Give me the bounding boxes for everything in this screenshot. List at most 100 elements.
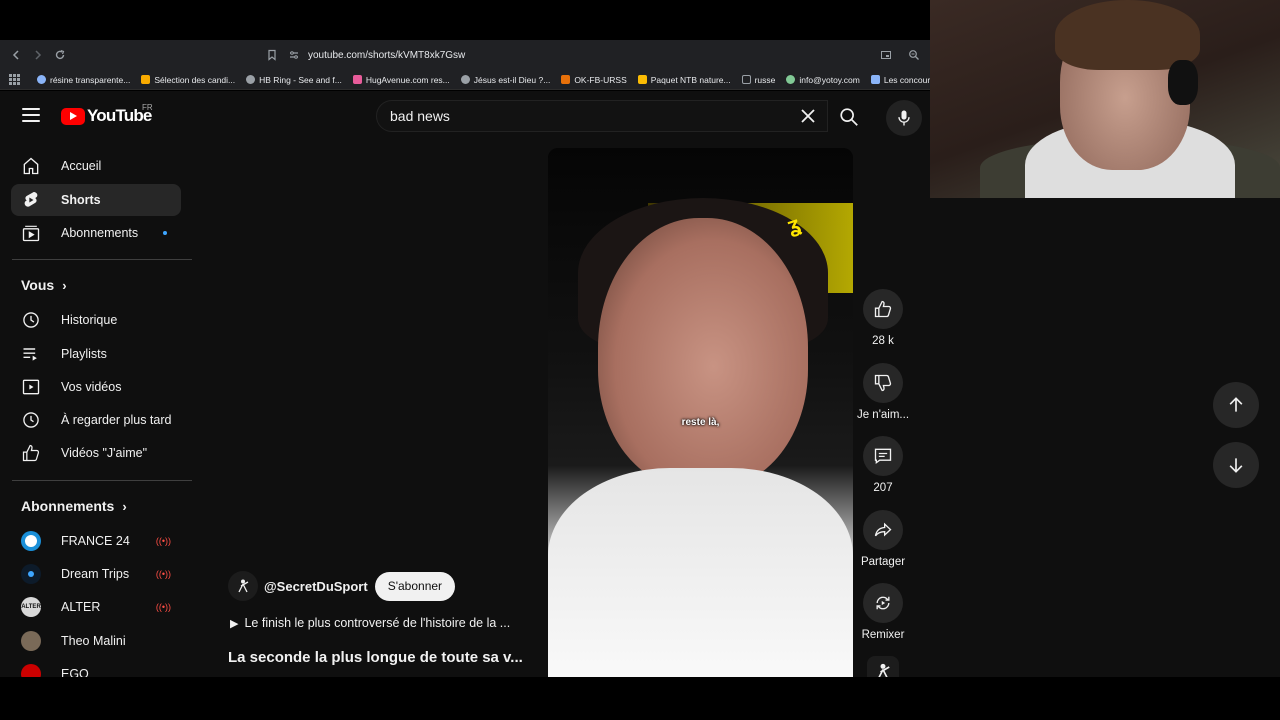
youtube-logo[interactable]: YouTube FR	[61, 103, 153, 126]
cast-icon[interactable]	[876, 45, 896, 65]
arrow-down-icon	[1229, 458, 1243, 473]
channel-avatar	[21, 664, 41, 677]
subscription-item[interactable]: ALTER ALTER ((•))	[11, 591, 181, 623]
channel-avatar	[21, 631, 41, 651]
favicon-icon	[37, 75, 46, 84]
video-title[interactable]: La seconde la plus longue de toute sa v.…	[228, 649, 523, 666]
menu-icon[interactable]	[22, 108, 40, 122]
remix-icon	[876, 596, 890, 610]
sidebar-item-accueil[interactable]: Accueil	[11, 150, 181, 182]
bookmark-item[interactable]: Jésus est-il Dieu ?...	[460, 74, 551, 85]
browser-toolbar: youtube.com/shorts/kVMT8xk7Gsw	[0, 40, 930, 70]
subscription-item[interactable]: FRANCE 24 ((•))	[11, 525, 181, 557]
comments-button[interactable]	[863, 436, 903, 476]
address-bar[interactable]: youtube.com/shorts/kVMT8xk7Gsw	[288, 49, 465, 61]
bookmark-label: HB Ring - See and f...	[259, 74, 342, 85]
sidebar-divider	[12, 480, 192, 481]
bookmark-item[interactable]: Les concours d'a	[870, 74, 930, 85]
bookmark-label: OK-FB-URSS	[574, 74, 627, 85]
sidebar-item-historique[interactable]: Historique	[11, 304, 181, 336]
zoom-icon[interactable]	[904, 45, 924, 65]
like-action: 28 k	[858, 289, 908, 347]
channel-name[interactable]: @SecretDuSport	[264, 579, 368, 594]
sidebar-item-abonnements[interactable]: Abonnements	[11, 217, 181, 249]
subscription-label: Theo Malini	[61, 634, 126, 648]
thumbs-up-icon	[874, 300, 892, 318]
sidebar-item-label: Playlists	[61, 347, 107, 361]
url-text[interactable]: youtube.com/shorts/kVMT8xk7Gsw	[308, 50, 465, 61]
back-arrow-icon[interactable]	[6, 45, 26, 65]
comment-icon	[874, 448, 892, 464]
favicon-icon	[352, 75, 362, 84]
subscribe-button[interactable]: S'abonner	[374, 571, 456, 601]
bookmark-item[interactable]: russe	[741, 74, 776, 85]
sidebar-item-label: Shorts	[61, 193, 101, 207]
bookmark-item[interactable]: résine transparente...	[37, 75, 130, 85]
short-video-player[interactable]: ʓ reste là,	[548, 148, 853, 677]
channel-row: @SecretDuSport S'abonner	[228, 571, 456, 601]
channel-avatar[interactable]	[228, 571, 258, 601]
subscriptions-section-heading[interactable]: Abonnements ›	[21, 498, 127, 514]
sidebar-item-shorts[interactable]: Shorts	[11, 184, 181, 216]
remix-button[interactable]	[863, 583, 903, 623]
bookmark-label: Paquet NTB nature...	[650, 74, 731, 85]
share-action: Partager	[858, 510, 908, 568]
share-icon	[874, 522, 892, 537]
subscription-item[interactable]: Dream Trips ((•))	[11, 558, 181, 590]
bookmark-label: russe	[754, 74, 776, 85]
bookmark-label: Sélection des candi...	[154, 74, 236, 85]
bookmark-icon[interactable]	[262, 45, 282, 65]
dislike-label: Je n'aim...	[856, 409, 910, 421]
chevron-right-icon: ›	[122, 498, 127, 514]
bookmark-item[interactable]: OK-FB-URSS	[561, 74, 627, 85]
bookmark-label: Les concours d'a	[883, 74, 930, 85]
webcam-overlay	[930, 0, 1280, 198]
site-settings-icon[interactable]	[288, 49, 300, 61]
subscription-item[interactable]: EGO	[11, 658, 181, 677]
favicon-icon	[786, 75, 796, 84]
favicon-icon	[246, 75, 256, 84]
like-button[interactable]	[863, 289, 903, 329]
bookmark-item[interactable]: HugAvenue.com res...	[352, 75, 450, 85]
sidebar-item-watch-later[interactable]: À regarder plus tard	[11, 404, 181, 436]
sidebar-item-label: Historique	[61, 313, 118, 327]
subscription-label: ALTER	[61, 600, 101, 614]
subscription-item[interactable]: Theo Malini	[11, 625, 181, 657]
sound-button[interactable]	[867, 656, 899, 677]
voice-search-button[interactable]	[886, 100, 922, 136]
reload-icon[interactable]	[50, 45, 70, 65]
favicon-icon	[460, 75, 470, 84]
next-short-button[interactable]	[1213, 442, 1259, 488]
search-box[interactable]	[376, 100, 828, 132]
sidebar-item-playlists[interactable]: Playlists	[11, 338, 181, 370]
search-input[interactable]	[390, 108, 790, 124]
playlist-title: Le finish le plus controversé de l'histo…	[244, 616, 511, 630]
dislike-button[interactable]	[863, 363, 903, 403]
sidebar-item-label: Accueil	[61, 159, 102, 173]
subscriptions-icon	[21, 223, 41, 243]
sidebar-item-liked-videos[interactable]: Vidéos "J'aime"	[11, 437, 181, 469]
clear-search-icon[interactable]	[798, 106, 818, 126]
share-button[interactable]	[863, 510, 903, 550]
bookmark-label: résine transparente...	[50, 74, 131, 85]
channel-avatar	[21, 531, 41, 551]
playlist-link[interactable]: ▶ Le finish le plus controversé de l'his…	[230, 616, 510, 630]
search-button[interactable]	[830, 101, 868, 133]
bookmark-item[interactable]: Paquet NTB nature...	[637, 74, 731, 85]
sidebar-item-vos-videos[interactable]: Vos vidéos	[11, 371, 181, 403]
apps-grid-icon[interactable]	[9, 74, 20, 85]
arrow-up-icon	[1229, 397, 1243, 412]
forward-arrow-icon[interactable]	[28, 45, 48, 65]
playlists-icon	[21, 344, 41, 364]
youtube-page: YouTube FR Accueil Shorts Abonnements	[0, 91, 930, 677]
sidebar-item-label: À regarder plus tard	[61, 413, 172, 427]
you-section-heading[interactable]: Vous ›	[21, 277, 67, 293]
fencer-icon	[878, 663, 890, 677]
previous-short-button[interactable]	[1213, 382, 1259, 428]
bookmark-item[interactable]: info@yotoy.com	[786, 75, 860, 85]
bookmark-label: Jésus est-il Dieu ?...	[473, 74, 551, 85]
sidebar-item-label: Vos vidéos	[61, 380, 122, 394]
subscription-label: EGO	[61, 667, 89, 677]
bookmark-item[interactable]: Sélection des candi...	[141, 75, 235, 85]
bookmark-item[interactable]: HB Ring - See and f...	[246, 75, 342, 85]
